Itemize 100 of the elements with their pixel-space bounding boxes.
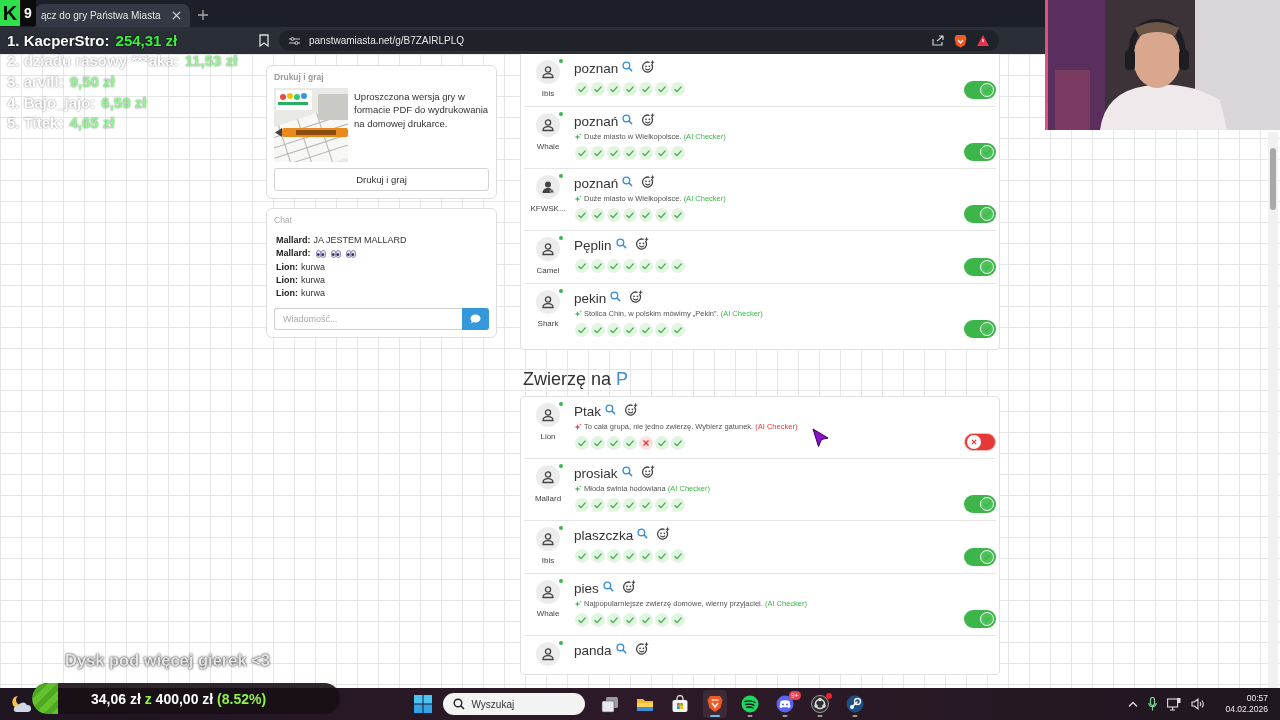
search-icon[interactable] bbox=[605, 404, 616, 415]
add-reaction-icon[interactable] bbox=[641, 174, 656, 189]
chat-author: Mallard: bbox=[276, 234, 311, 247]
browser-tab[interactable]: ącz do gry Państwa Miasta bbox=[35, 4, 190, 27]
scroll-thumb[interactable] bbox=[1270, 148, 1276, 210]
answer-text: pies bbox=[574, 581, 599, 596]
add-reaction-icon[interactable] bbox=[634, 641, 649, 656]
search-icon[interactable] bbox=[622, 176, 634, 187]
close-icon[interactable] bbox=[172, 11, 181, 20]
chat-text: kurwa bbox=[301, 287, 325, 301]
cursor-icon bbox=[812, 428, 830, 448]
toggle-switch[interactable] bbox=[964, 495, 996, 513]
online-dot bbox=[559, 236, 563, 240]
check-icon bbox=[982, 85, 992, 95]
add-reaction-icon[interactable] bbox=[641, 112, 656, 127]
player-name: Ibis bbox=[541, 89, 555, 98]
online-dot bbox=[559, 112, 563, 116]
weather-icon[interactable] bbox=[10, 695, 32, 713]
search-icon[interactable] bbox=[622, 61, 634, 72]
address-bar[interactable]: panstwamiasta.net/g/B7ZAIRLPLQ bbox=[279, 30, 999, 51]
bookmark-icon[interactable] bbox=[259, 34, 269, 47]
leaderboard-name: 4. Bajo_jajo: bbox=[7, 93, 96, 111]
answer-text: Pęplin bbox=[574, 238, 612, 253]
add-reaction-icon[interactable] bbox=[629, 289, 644, 304]
chevron-up-icon[interactable] bbox=[1128, 701, 1139, 707]
leaderboard-name: 1. KacperStro: bbox=[7, 31, 110, 49]
online-dot bbox=[559, 464, 563, 468]
answer-text: poznań bbox=[574, 176, 619, 191]
search-icon[interactable] bbox=[622, 114, 634, 125]
toggle-switch[interactable] bbox=[964, 548, 996, 566]
answer-text: Ptak bbox=[574, 404, 601, 419]
search-icon[interactable] bbox=[610, 291, 622, 302]
check-icon bbox=[982, 262, 992, 272]
warning-triangle-icon[interactable] bbox=[977, 35, 989, 46]
player-name: Whale bbox=[536, 142, 560, 151]
player-name: KFWSK... bbox=[530, 204, 566, 213]
toggle-switch[interactable] bbox=[964, 610, 996, 628]
online-dot bbox=[559, 59, 563, 63]
player-name: Lion bbox=[540, 432, 556, 441]
check-icon bbox=[982, 499, 992, 509]
leaderboard-name: 2. dziadu rasowy ***aka: bbox=[7, 52, 179, 70]
online-dot bbox=[559, 174, 563, 178]
chat-author: Lion: bbox=[276, 273, 298, 287]
search-icon[interactable] bbox=[637, 528, 649, 539]
player-name: Whale bbox=[536, 609, 560, 618]
online-dot bbox=[559, 526, 563, 530]
lion-head-icon[interactable] bbox=[702, 690, 727, 718]
search-field[interactable]: Wyszukaj bbox=[442, 693, 585, 715]
add-reaction-icon[interactable] bbox=[656, 526, 671, 541]
online-dot bbox=[559, 641, 563, 645]
search-icon bbox=[452, 698, 465, 710]
microphone-icon[interactable] bbox=[1148, 697, 1158, 711]
leaderboard-name: 5. Titek: bbox=[7, 114, 64, 132]
answer-text: prosiak bbox=[574, 466, 618, 481]
add-reaction-icon[interactable] bbox=[624, 402, 638, 417]
clock-date: 04.02.2026 bbox=[1225, 704, 1268, 715]
leaderboard-amount: 11,53 zł bbox=[184, 52, 238, 70]
add-reaction-icon[interactable] bbox=[621, 579, 636, 594]
banner-text: Dysk pod więcej gierek <3 bbox=[65, 651, 270, 670]
leaderboard-name: 3. arvill: bbox=[7, 73, 64, 90]
toggle-switch[interactable] bbox=[964, 143, 996, 161]
player-name: Camel bbox=[536, 266, 560, 275]
print-button[interactable]: Drukuj i graj bbox=[274, 168, 489, 191]
toggle-switch[interactable] bbox=[964, 258, 996, 276]
leaderboard-amount: 9,50 zł bbox=[69, 73, 115, 90]
card-description: Uproszczona wersja gry w formacie PDF do wydrukowania na domowej drukarce. bbox=[354, 90, 489, 131]
volume-icon[interactable] bbox=[1191, 698, 1206, 710]
toggle-switch[interactable] bbox=[964, 433, 996, 451]
check-icon bbox=[982, 147, 992, 157]
chat-text: JA JESTEM MALLARD bbox=[313, 234, 407, 247]
start-icon[interactable] bbox=[413, 695, 432, 713]
toggle-switch[interactable] bbox=[964, 81, 996, 99]
message-field[interactable]: Wiadomość... bbox=[274, 308, 462, 331]
player-name: Mallard bbox=[534, 494, 562, 503]
new-tab-icon[interactable] bbox=[198, 10, 208, 20]
toggle-switch[interactable] bbox=[964, 320, 996, 338]
card-title: Chat bbox=[274, 215, 293, 226]
clock-time: 00:57 bbox=[1246, 693, 1268, 704]
search-icon[interactable] bbox=[602, 581, 614, 592]
sliders-icon[interactable] bbox=[289, 35, 300, 46]
lion-shield-icon[interactable] bbox=[954, 33, 967, 48]
add-reaction-icon[interactable] bbox=[640, 464, 655, 479]
share-icon[interactable] bbox=[932, 35, 944, 46]
chat-text: kurwa bbox=[301, 260, 325, 274]
online-dot bbox=[559, 289, 563, 293]
toggle-switch[interactable] bbox=[964, 205, 996, 223]
search-icon[interactable] bbox=[621, 466, 633, 477]
cross-icon bbox=[969, 437, 979, 447]
search-icon[interactable] bbox=[615, 238, 627, 249]
check-icon bbox=[982, 552, 992, 562]
search-icon[interactable] bbox=[615, 643, 627, 654]
answer-text: poznań bbox=[574, 114, 619, 129]
check-icon bbox=[982, 324, 992, 334]
add-reaction-icon[interactable] bbox=[641, 59, 656, 74]
add-reaction-icon[interactable] bbox=[634, 236, 649, 251]
scrollbar[interactable] bbox=[1268, 132, 1278, 688]
stream-logo: K 9 bbox=[0, 0, 36, 26]
player-name: Shark bbox=[537, 319, 559, 328]
send-button[interactable] bbox=[462, 308, 489, 331]
network-icon[interactable] bbox=[1167, 697, 1182, 711]
